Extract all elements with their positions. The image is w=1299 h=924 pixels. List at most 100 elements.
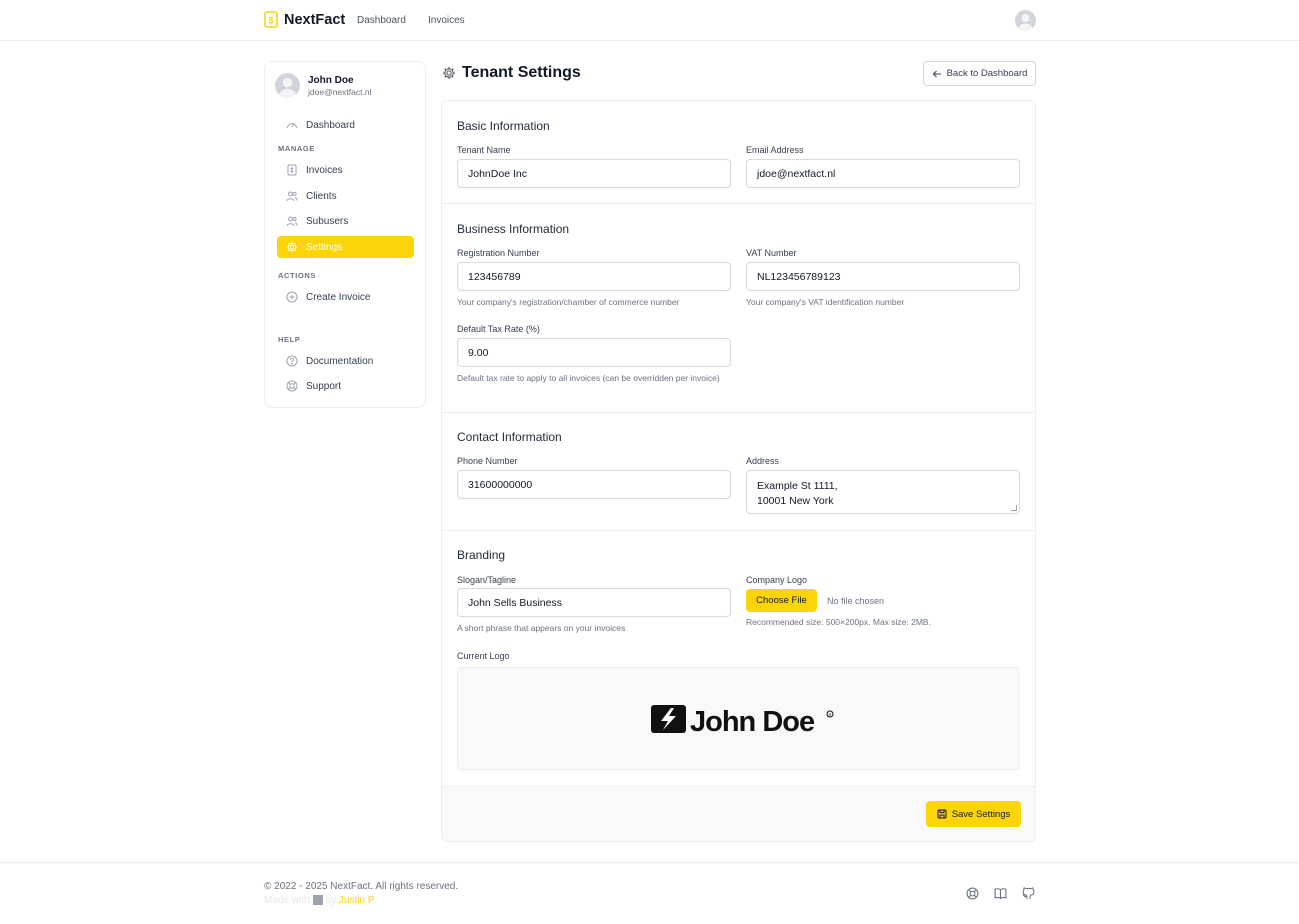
tax-rate-help: Default tax rate to apply to all invoice… (457, 373, 720, 383)
avatar (275, 73, 300, 98)
page-footer: © 2022 - 2025 NextFact. All rights reser… (0, 862, 1299, 924)
tax-rate-input[interactable]: 9.00 (457, 338, 731, 367)
sidebar-profile: John Doe jdoe@nextfact.nl (275, 73, 371, 98)
made-with-label: Made with (264, 895, 310, 906)
address-label: Address (746, 456, 780, 466)
section-divider (442, 530, 1035, 531)
author-link[interactable]: Justin P (339, 895, 375, 906)
slogan-help: A short phrase that appears on your invo… (457, 623, 626, 633)
company-logo-label: Company Logo (746, 575, 808, 585)
question-circle-icon (286, 355, 298, 367)
section-divider (442, 203, 1035, 204)
current-logo-label: Current Logo (457, 651, 510, 661)
sidebar-item-label: Clients (306, 190, 337, 202)
sidebar-item-label: Subusers (306, 215, 349, 227)
vat-number-label: VAT Number (746, 248, 797, 258)
current-logo-preview: John Doe R (457, 667, 1020, 770)
file-status: No file chosen (827, 596, 885, 606)
sidebar-item-label: Support (306, 380, 342, 392)
brand-name: NextFact (284, 11, 346, 28)
sidebar-heading-manage: MANAGE (278, 144, 315, 153)
sidebar-item-label: Dashboard (306, 119, 355, 131)
svg-text:R: R (829, 712, 832, 717)
sidebar-item-dashboard[interactable]: Dashboard (277, 114, 414, 136)
heart-icon (312, 895, 323, 906)
page-header: Tenant Settings (442, 64, 581, 82)
brand-logo-icon: $ (264, 11, 278, 28)
sidebar-item-label: Create Invoice (306, 291, 371, 303)
section-divider (442, 412, 1035, 413)
registration-number-help: Your company's registration/chamber of c… (457, 297, 680, 307)
github-icon[interactable] (1022, 887, 1035, 900)
address-line-1: Example St 1111, (757, 480, 838, 492)
invoice-icon (286, 164, 298, 176)
logo-help: Recommended size: 500×200px. Max size: 2… (746, 617, 931, 627)
sidebar-item-label: Documentation (306, 355, 374, 367)
vat-number-help: Your company's VAT identification number (746, 297, 905, 307)
nav-dashboard-link[interactable]: Dashboard (357, 15, 406, 26)
phone-label: Phone Number (457, 456, 518, 466)
sidebar-item-clients[interactable]: Clients (277, 185, 414, 207)
book-icon[interactable] (994, 887, 1007, 900)
sidebar-item-subusers[interactable]: Subusers (277, 210, 414, 232)
lifebuoy-icon (286, 380, 298, 392)
brand[interactable]: $ NextFact (264, 11, 345, 28)
section-title-business: Business Information (457, 222, 570, 236)
sidebar-item-invoices[interactable]: Invoices (277, 159, 414, 181)
address-line-2: 10001 New York (757, 495, 834, 507)
email-field[interactable]: jdoe@nextfact.nl (746, 159, 1020, 188)
plus-circle-icon (286, 291, 298, 303)
sidebar-item-create-invoice[interactable]: Create Invoice (277, 286, 414, 308)
section-title-branding: Branding (457, 548, 506, 562)
copyright-text: © 2022 - 2025 NextFact. All rights reser… (264, 881, 459, 892)
gauge-icon (286, 119, 298, 131)
phone-input[interactable]: 31600000000 (457, 470, 731, 499)
tenant-name-input[interactable]: JohnDoe Inc (457, 159, 731, 188)
lifebuoy-icon[interactable] (966, 887, 979, 900)
users-icon (286, 215, 298, 227)
sidebar-heading-actions: ACTIONS (278, 271, 316, 280)
users-icon (286, 190, 298, 202)
gear-icon (442, 66, 456, 80)
avatar-icon (1018, 14, 1033, 31)
registration-number-label: Registration Number (457, 248, 540, 258)
profile-name: John Doe (308, 74, 354, 86)
made-with-text: Made with by Justin P (264, 895, 375, 906)
sidebar-item-documentation[interactable]: Documentation (277, 350, 414, 372)
gear-icon (286, 241, 298, 253)
profile-email: jdoe@nextfact.nl (308, 86, 372, 97)
sidebar-item-support[interactable]: Support (277, 375, 414, 397)
logo-text: John Doe (690, 706, 815, 738)
by-label: by (325, 895, 337, 906)
save-settings-button[interactable]: Save Settings (926, 801, 1021, 827)
sidebar-item-label: Settings (306, 241, 343, 253)
choose-file-button[interactable]: Choose File (746, 589, 817, 612)
sidebar: John Doe jdoe@nextfact.nl Dashboard MANA… (264, 61, 426, 408)
tenant-name-label: Tenant Name (457, 145, 511, 155)
avatar-icon (279, 77, 296, 98)
save-icon (937, 809, 947, 819)
address-textarea[interactable]: Example St 1111, 10001 New York (746, 470, 1020, 514)
arrow-left-icon (932, 69, 942, 79)
section-title-basic: Basic Information (457, 119, 550, 133)
svg-text:$: $ (268, 16, 273, 26)
back-to-dashboard-button[interactable]: Back to Dashboard (923, 61, 1036, 86)
back-button-label: Back to Dashboard (946, 68, 1028, 79)
user-avatar-button[interactable] (1015, 10, 1036, 31)
top-navbar: $ NextFact Dashboard Invoices (0, 0, 1299, 41)
company-logo-image: John Doe R (651, 705, 834, 738)
sidebar-item-label: Invoices (306, 164, 343, 176)
tax-rate-label: Default Tax Rate (%) (457, 324, 540, 334)
slogan-label: Slogan/Tagline (457, 575, 517, 585)
sidebar-item-settings[interactable]: Settings (277, 236, 414, 258)
resize-handle[interactable] (1011, 505, 1017, 511)
section-title-contact: Contact Information (457, 430, 562, 444)
email-label: Email Address (746, 145, 804, 155)
page-title: Tenant Settings (462, 64, 581, 81)
vat-number-input[interactable]: NL123456789123 (746, 262, 1020, 291)
nav-invoices-link[interactable]: Invoices (428, 15, 465, 26)
registration-number-input[interactable]: 123456789 (457, 262, 731, 291)
slogan-input[interactable]: John Sells Business (457, 588, 731, 617)
settings-card: Basic Information Tenant Name JohnDoe In… (441, 100, 1036, 842)
sidebar-heading-help: HELP (278, 335, 301, 344)
